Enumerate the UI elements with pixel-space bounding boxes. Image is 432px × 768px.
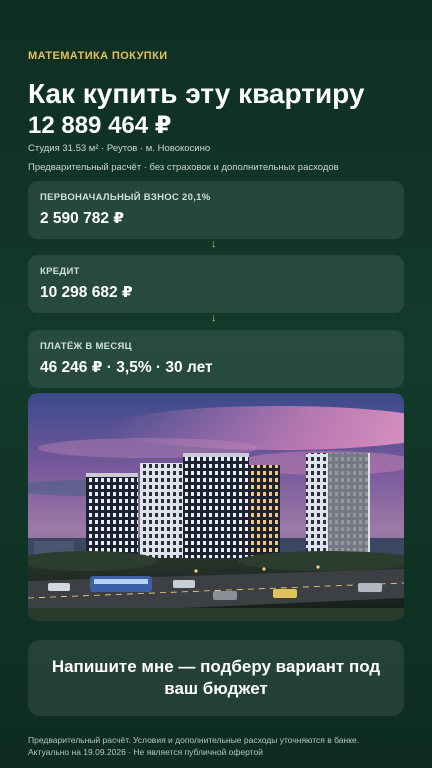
monthly-payment-card: ПЛАТЁЖ В МЕСЯЦ 46 246 ₽ · 3,5% · 30 лет [28, 330, 404, 388]
loan-card: КРЕДИТ 10 298 682 ₽ [28, 255, 404, 313]
loan-value: 10 298 682 ₽ [40, 284, 133, 301]
down-payment-value: 2 590 782 ₽ [40, 210, 125, 227]
monthly-payment-value: 46 246 ₽ · 3,5% · 30 лет [40, 359, 213, 376]
down-payment-label: ПЕРВОНАЧАЛЬНЫЙ ВЗНОС 20,1% [40, 192, 211, 203]
calc-note: Предварительный расчёт · без страховок и… [28, 162, 339, 173]
arrow-down-icon: ↓ [211, 312, 217, 324]
disclaimer: Предварительный расчёт. Условия и дополн… [28, 734, 408, 758]
disclaimer-line-1: Предварительный расчёт. Условия и дополн… [28, 735, 360, 745]
down-payment-card: ПЕРВОНАЧАЛЬНЫЙ ВЗНОС 20,1% 2 590 782 ₽ [28, 181, 404, 239]
loan-label: КРЕДИТ [40, 266, 80, 277]
apartment-meta: Студия 31.53 м² · Реутов · м. Новокосино [28, 143, 211, 154]
arrow-down-icon: ↓ [211, 238, 217, 250]
page-title: Как купить эту квартиру [28, 78, 365, 109]
kicker-label: МАТЕМАТИКА ПОКУПКИ [28, 50, 168, 62]
disclaimer-line-2: Актуально на 19.09.2026 · Не является пу… [28, 747, 263, 757]
monthly-payment-label: ПЛАТЁЖ В МЕСЯЦ [40, 341, 132, 352]
building-photo [28, 393, 404, 621]
contact-cta-button[interactable]: Напишите мне — подберу вариант под ваш б… [28, 640, 404, 716]
total-price: 12 889 464 ₽ [28, 112, 172, 139]
